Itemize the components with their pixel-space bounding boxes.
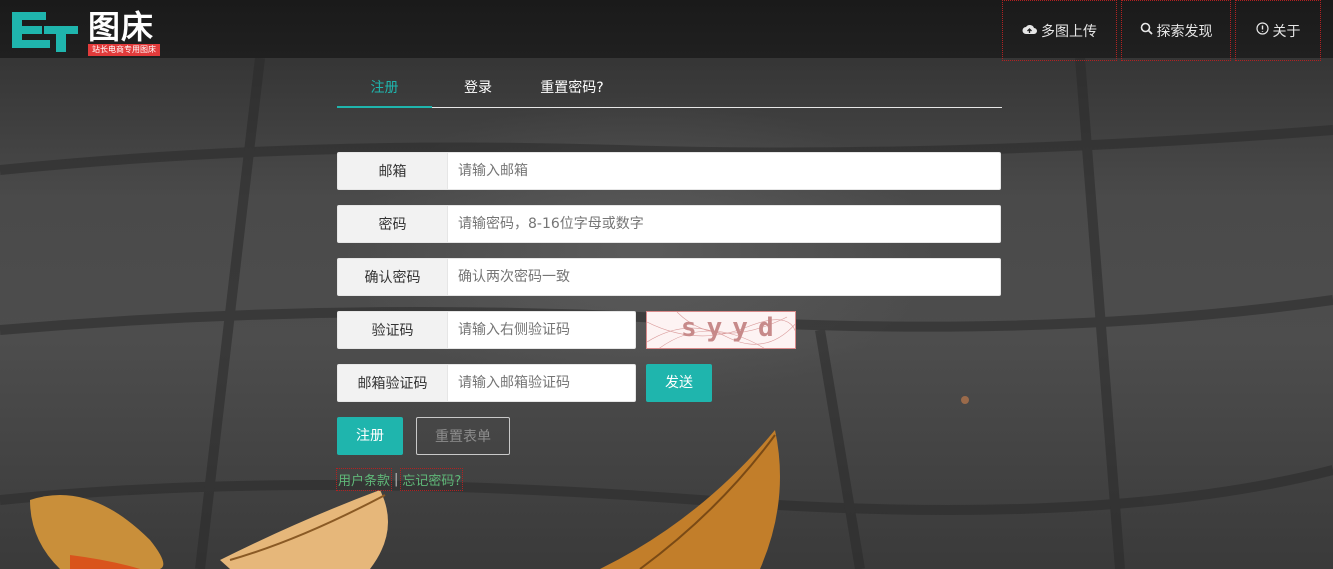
logo-tagline: 站长电商专用图床 bbox=[88, 44, 160, 56]
terms-link[interactable]: 用户条款 bbox=[336, 467, 393, 491]
password-label: 密码 bbox=[337, 205, 447, 243]
forgot-password-link[interactable]: 忘记密码? bbox=[400, 467, 464, 491]
confirm-password-row: 确认密码 bbox=[337, 258, 1001, 296]
logo[interactable]: 图床 站长电商专用图床 bbox=[10, 6, 180, 56]
email-code-input[interactable] bbox=[447, 364, 636, 402]
captcha-input[interactable] bbox=[447, 311, 636, 349]
email-label: 邮箱 bbox=[337, 152, 447, 190]
nav-label-explore: 探索发现 bbox=[1156, 23, 1213, 40]
info-icon bbox=[1255, 22, 1269, 39]
captcha-row: 验证码 bbox=[337, 311, 636, 349]
password-input[interactable] bbox=[447, 205, 1001, 243]
footer-links: 用户条款 | 忘记密码? bbox=[336, 467, 464, 491]
nav-label-multi-upload: 多图上传 bbox=[1041, 23, 1097, 40]
auth-tabs: 注册 登录 重置密码? bbox=[337, 68, 1002, 108]
reset-form-button[interactable]: 重置表单 bbox=[416, 417, 510, 455]
nav-item-about[interactable]: 关于 bbox=[1235, 0, 1321, 61]
captcha-label: 验证码 bbox=[337, 311, 447, 349]
email-input[interactable] bbox=[447, 152, 1001, 190]
captcha-image[interactable]: syyd bbox=[646, 311, 796, 349]
nav-item-explore[interactable]: 探索发现 bbox=[1121, 0, 1231, 61]
top-nav: 多图上传 探索发现 关于 bbox=[998, 0, 1321, 61]
nav-item-multi-upload[interactable]: 多图上传 bbox=[1002, 0, 1117, 61]
confirm-password-input[interactable] bbox=[447, 258, 1001, 296]
captcha-text: syyd bbox=[681, 313, 784, 343]
nav-label-about: 关于 bbox=[1272, 23, 1301, 40]
email-row: 邮箱 bbox=[337, 152, 1001, 190]
top-header: 图床 站长电商专用图床 多图上传 探索发现 关于 bbox=[0, 0, 1333, 61]
email-code-row: 邮箱验证码 bbox=[337, 364, 636, 402]
send-code-button[interactable]: 发送 bbox=[646, 364, 712, 402]
search-icon bbox=[1140, 22, 1153, 39]
cloud-upload-icon bbox=[1022, 23, 1037, 39]
confirm-password-label: 确认密码 bbox=[337, 258, 447, 296]
logo-title: 图床 bbox=[88, 8, 155, 46]
password-row: 密码 bbox=[337, 205, 1001, 243]
tab-reset-password[interactable]: 重置密码? bbox=[532, 68, 612, 108]
register-submit-button[interactable]: 注册 bbox=[337, 417, 403, 455]
link-separator: | bbox=[394, 471, 399, 487]
tab-login[interactable]: 登录 bbox=[448, 68, 508, 108]
et-logo-icon bbox=[12, 12, 78, 52]
tab-register[interactable]: 注册 bbox=[337, 68, 432, 108]
email-code-label: 邮箱验证码 bbox=[337, 364, 447, 402]
